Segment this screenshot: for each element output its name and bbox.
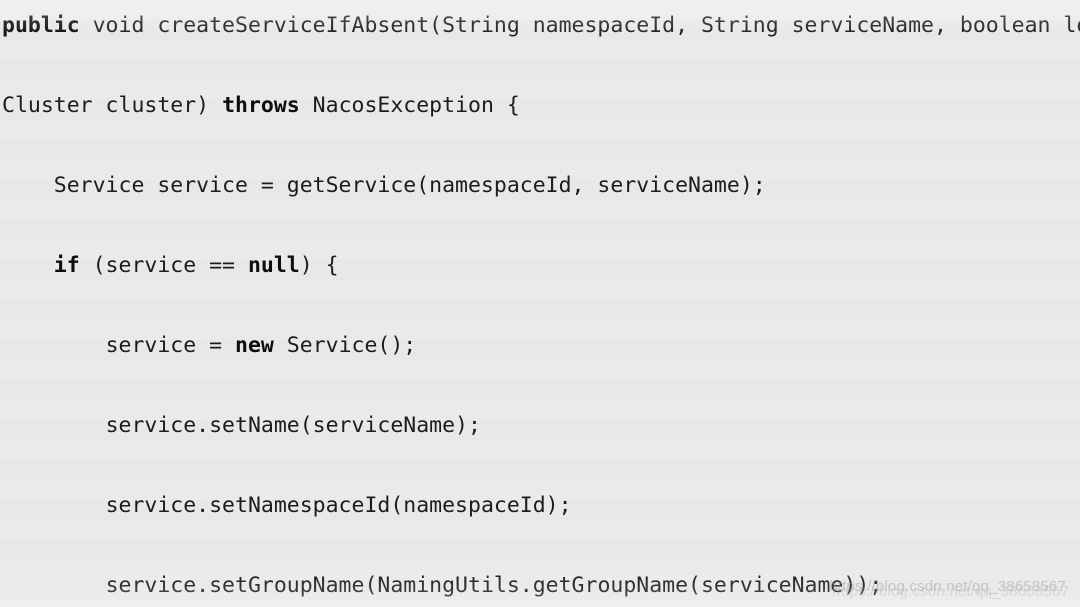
code-text: Service(); xyxy=(273,333,417,358)
code-text: service.setGroupName(NamingUtils.getGrou… xyxy=(105,573,883,598)
code-keyword: new xyxy=(235,333,274,358)
code-text: void createServiceIfAbsent(String namesp… xyxy=(79,13,1080,38)
code-text: (service == xyxy=(79,253,248,278)
code-line: service.setName(serviceName); xyxy=(2,406,1080,446)
code-line: if (service == null) { xyxy=(2,246,1080,286)
code-text: service.setName(serviceName); xyxy=(105,413,481,438)
code-line: Cluster cluster) throws NacosException { xyxy=(2,86,1080,126)
code-text: NacosException { xyxy=(299,93,520,118)
code-screenshot: public void createServiceIfAbsent(String… xyxy=(0,0,1080,607)
code-text: Cluster cluster) xyxy=(2,93,223,118)
code-text: service.setNamespaceId(namespaceId); xyxy=(105,493,572,518)
code-keyword: throws xyxy=(222,93,300,118)
code-keyword: if xyxy=(53,253,80,278)
code-keyword: public xyxy=(2,13,80,38)
code-line: service.setGroupName(NamingUtils.getGrou… xyxy=(2,566,1080,606)
code-text: ) { xyxy=(299,253,339,278)
code-line: service.setNamespaceId(namespaceId); xyxy=(2,486,1080,526)
code-keyword: null xyxy=(247,253,300,278)
code-text: service = xyxy=(105,333,236,358)
code-text: Service service = getService(namespaceId… xyxy=(53,173,766,198)
code-line: Service service = getService(namespaceId… xyxy=(2,166,1080,206)
code-block: public void createServiceIfAbsent(String… xyxy=(2,6,1080,607)
code-line: public void createServiceIfAbsent(String… xyxy=(2,6,1080,46)
code-line: service = new Service(); xyxy=(2,326,1080,366)
